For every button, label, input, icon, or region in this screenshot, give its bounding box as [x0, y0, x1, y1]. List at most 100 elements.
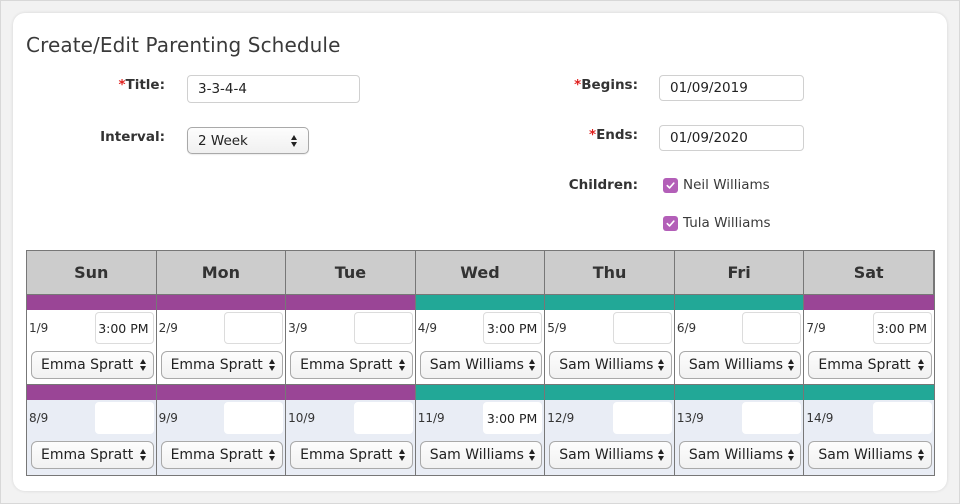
- ends-label-text: Ends:: [596, 127, 638, 143]
- day-date: 11/9: [417, 411, 445, 425]
- select-arrows-icon: [398, 448, 406, 462]
- parent-select[interactable]: Emma Spratt: [808, 351, 932, 379]
- custody-color-bar: [545, 295, 675, 310]
- page-title: Create/Edit Parenting Schedule: [26, 33, 341, 57]
- exchange-time-input[interactable]: [224, 312, 284, 344]
- custody-color-bar: [156, 385, 287, 400]
- custody-color-bar: [27, 295, 157, 310]
- day-cell: 10/9 Emma Spratt: [286, 400, 416, 475]
- parent-select[interactable]: Emma Spratt: [31, 351, 154, 379]
- child-name: Tula Williams: [683, 215, 771, 231]
- parent-select[interactable]: Emma Spratt: [290, 351, 413, 379]
- day-date: 4/9: [417, 321, 438, 335]
- day-date: 5/9: [547, 321, 567, 335]
- day-date: 10/9: [288, 411, 316, 425]
- day-header: Sat: [804, 251, 934, 295]
- day-header: Mon: [156, 251, 287, 295]
- begins-label: *Begins:: [553, 77, 638, 93]
- day-date: 3/9: [288, 321, 308, 335]
- day-cell: 9/9 Emma Spratt: [156, 400, 287, 475]
- select-arrows-icon: [528, 448, 535, 462]
- begins-label-text: Begins:: [581, 77, 638, 93]
- select-arrows-icon: [657, 448, 665, 462]
- select-arrows-icon: [657, 358, 665, 372]
- parent-select[interactable]: Emma Spratt: [160, 351, 284, 379]
- select-arrows-icon: [290, 134, 298, 148]
- day-cell: 6/9 Sam Williams: [674, 310, 805, 385]
- parent-select-value: Emma Spratt: [300, 447, 393, 463]
- day-date: 13/9: [676, 411, 704, 425]
- parent-select[interactable]: Sam Williams: [678, 441, 802, 469]
- parent-select-value: Sam Williams: [559, 357, 654, 373]
- exchange-time-input[interactable]: [742, 402, 802, 434]
- exchange-time-input[interactable]: 3:00 PM: [483, 402, 543, 434]
- custody-color-bar: [674, 295, 805, 310]
- day-cell: 13/9 Sam Williams: [674, 400, 805, 475]
- parent-select[interactable]: Sam Williams: [678, 351, 802, 379]
- day-header: Wed: [415, 251, 546, 295]
- day-date: 14/9: [806, 411, 834, 425]
- custody-color-bar: [804, 295, 934, 310]
- day-date: 7/9: [806, 321, 826, 335]
- parent-select[interactable]: Sam Williams: [419, 351, 543, 379]
- parent-select[interactable]: Sam Williams: [419, 441, 543, 469]
- select-arrows-icon: [398, 358, 406, 372]
- day-cell: 5/9 Sam Williams: [545, 310, 675, 385]
- title-label-text: Title:: [125, 77, 165, 93]
- parent-select-value: Emma Spratt: [818, 357, 911, 373]
- exchange-time-input[interactable]: 3:00 PM: [872, 312, 932, 344]
- select-arrows-icon: [787, 358, 794, 372]
- day-cell: 3/9 Emma Spratt: [286, 310, 416, 385]
- checkbox-checked-icon[interactable]: [663, 177, 678, 193]
- custody-color-bar: [545, 385, 675, 400]
- select-arrows-icon: [139, 448, 147, 462]
- exchange-time-input[interactable]: [353, 402, 413, 434]
- select-arrows-icon: [917, 448, 925, 462]
- parent-select[interactable]: Sam Williams: [808, 441, 932, 469]
- parent-select[interactable]: Sam Williams: [549, 441, 672, 469]
- title-input[interactable]: 3-3-4-4: [187, 75, 360, 103]
- parent-select[interactable]: Emma Spratt: [290, 441, 413, 469]
- custody-color-bar: [415, 295, 546, 310]
- parent-select-value: Emma Spratt: [41, 447, 134, 463]
- select-arrows-icon: [787, 448, 794, 462]
- exchange-time-input[interactable]: [353, 312, 413, 344]
- parent-select-value: Emma Spratt: [170, 447, 263, 463]
- begins-date-input[interactable]: 01/09/2019: [659, 75, 804, 101]
- parent-select[interactable]: Emma Spratt: [31, 441, 154, 469]
- select-arrows-icon: [139, 358, 147, 372]
- day-cell: 12/9 Sam Williams: [545, 400, 675, 475]
- exchange-time-input[interactable]: 3:00 PM: [94, 312, 154, 344]
- day-header: Fri: [674, 251, 805, 295]
- exchange-time-input[interactable]: [224, 402, 284, 434]
- custody-color-bar: [156, 295, 287, 310]
- children-label: Children:: [568, 177, 638, 193]
- exchange-time-input[interactable]: [612, 312, 672, 344]
- day-cell: 11/9 3:00 PM Sam Williams: [415, 400, 546, 475]
- day-header: Sun: [27, 251, 157, 295]
- day-cell: 2/9 Emma Spratt: [156, 310, 287, 385]
- day-cell: 7/9 3:00 PM Emma Spratt: [804, 310, 934, 385]
- exchange-time-input[interactable]: [872, 402, 932, 434]
- parent-select[interactable]: Sam Williams: [549, 351, 672, 379]
- ends-date-input[interactable]: 01/09/2020: [659, 125, 804, 151]
- exchange-time-input[interactable]: [612, 402, 672, 434]
- interval-select[interactable]: 2 Week: [187, 127, 309, 154]
- checkbox-checked-icon[interactable]: [663, 215, 678, 231]
- schedule-grid: Sun Mon Tue Wed Thu Fri Sat 1/9 3:00 PM Emma Spra…: [26, 250, 935, 476]
- select-arrows-icon: [268, 358, 276, 372]
- day-date: 6/9: [676, 321, 697, 335]
- child-checkbox-row[interactable]: Tula Williams: [663, 215, 771, 231]
- required-marker: *: [118, 77, 126, 93]
- parent-select-value: Sam Williams: [429, 357, 524, 373]
- exchange-time-input[interactable]: [742, 312, 802, 344]
- child-name: Neil Williams: [683, 177, 770, 193]
- custody-color-bar: [415, 385, 546, 400]
- child-checkbox-row[interactable]: Neil Williams: [663, 177, 770, 193]
- exchange-time-input[interactable]: [94, 402, 154, 434]
- parent-select[interactable]: Emma Spratt: [160, 441, 284, 469]
- schedule-card: Create/Edit Parenting Schedule *Title: 3…: [13, 13, 947, 491]
- parent-select-value: Sam Williams: [818, 447, 913, 463]
- custody-color-bar: [27, 385, 157, 400]
- exchange-time-input[interactable]: 3:00 PM: [483, 312, 543, 344]
